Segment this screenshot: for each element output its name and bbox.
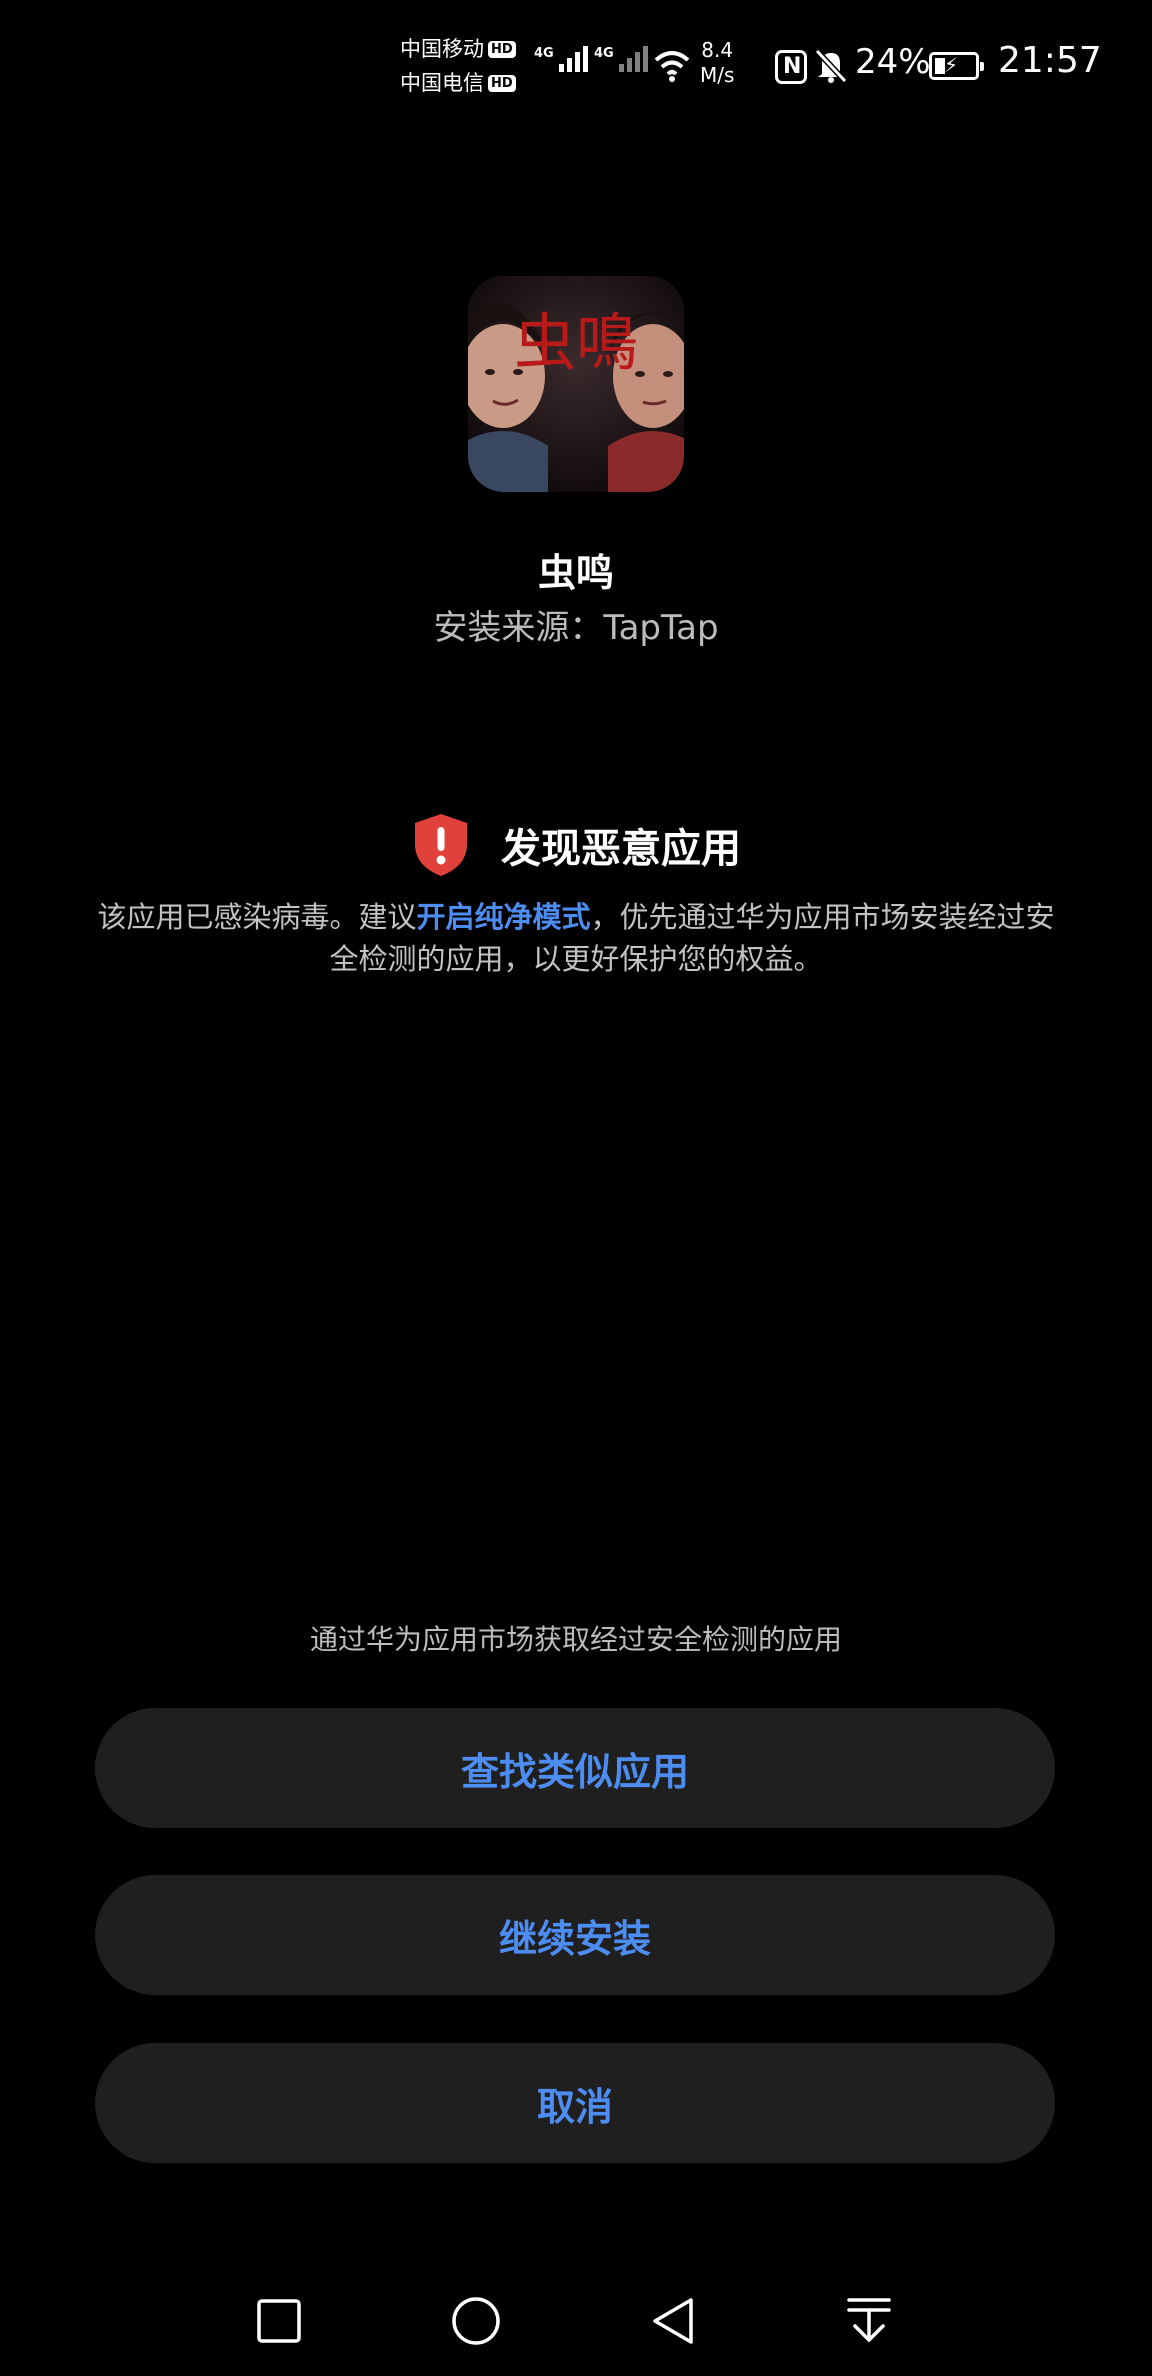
navigation-bar [0, 2270, 1152, 2370]
nfc-icon [775, 50, 807, 84]
notification-pull-icon[interactable] [842, 2294, 896, 2348]
find-similar-apps-button[interactable]: 查找类似应用 [95, 1708, 1055, 1828]
battery-charging-icon: ⚡ [929, 52, 984, 80]
carrier-1-name: 中国移动 [400, 37, 484, 61]
warning-header: 发现恶意应用 [0, 812, 1152, 878]
pure-mode-link[interactable]: 开启纯净模式 [416, 900, 590, 934]
bell-muted-icon [814, 48, 848, 84]
cancel-button[interactable]: 取消 [95, 2043, 1055, 2163]
install-warning-screen: 中国移动 HD 中国电信 HD 4G 4G 8.4 M/s N 24% ⚡ 21… [0, 0, 1152, 2376]
wifi-icon [654, 51, 690, 82]
continue-install-button[interactable]: 继续安装 [95, 1875, 1055, 1995]
recents-square-icon[interactable] [252, 2294, 306, 2348]
clock: 21:57 [998, 40, 1102, 81]
hd-badge: HD [488, 74, 516, 92]
signal-icon: 4G [534, 46, 588, 72]
shield-alert-icon [415, 814, 467, 876]
hd-badge: HD [488, 40, 516, 58]
battery-percent: 24% [855, 42, 931, 82]
app-name: 虫鸣 [537, 551, 614, 595]
market-hint: 通过华为应用市场获取经过安全检测的应用 [309, 1623, 842, 1656]
network-speed: 8.4 M/s [700, 38, 735, 87]
status-bar: 中国移动 HD 中国电信 HD 4G 4G 8.4 M/s N 24% ⚡ 21… [0, 0, 1152, 130]
carrier-info: 中国移动 HD 中国电信 HD [400, 34, 516, 98]
signal-icon: 4G [594, 46, 648, 72]
install-source: 安装来源：TapTap [433, 608, 719, 648]
warning-description: 该应用已感染病毒。建议开启纯净模式，优先通过华为应用市场安装经过安全检测的应用，… [97, 900, 1055, 976]
app-icon: 虫鳴 [468, 276, 684, 492]
home-circle-icon[interactable] [449, 2294, 503, 2348]
carrier-2-name: 中国电信 [400, 71, 484, 95]
warning-title: 发现恶意应用 [501, 826, 741, 872]
back-triangle-icon[interactable] [646, 2294, 700, 2348]
app-icon-title: 虫鳴 [514, 306, 638, 379]
